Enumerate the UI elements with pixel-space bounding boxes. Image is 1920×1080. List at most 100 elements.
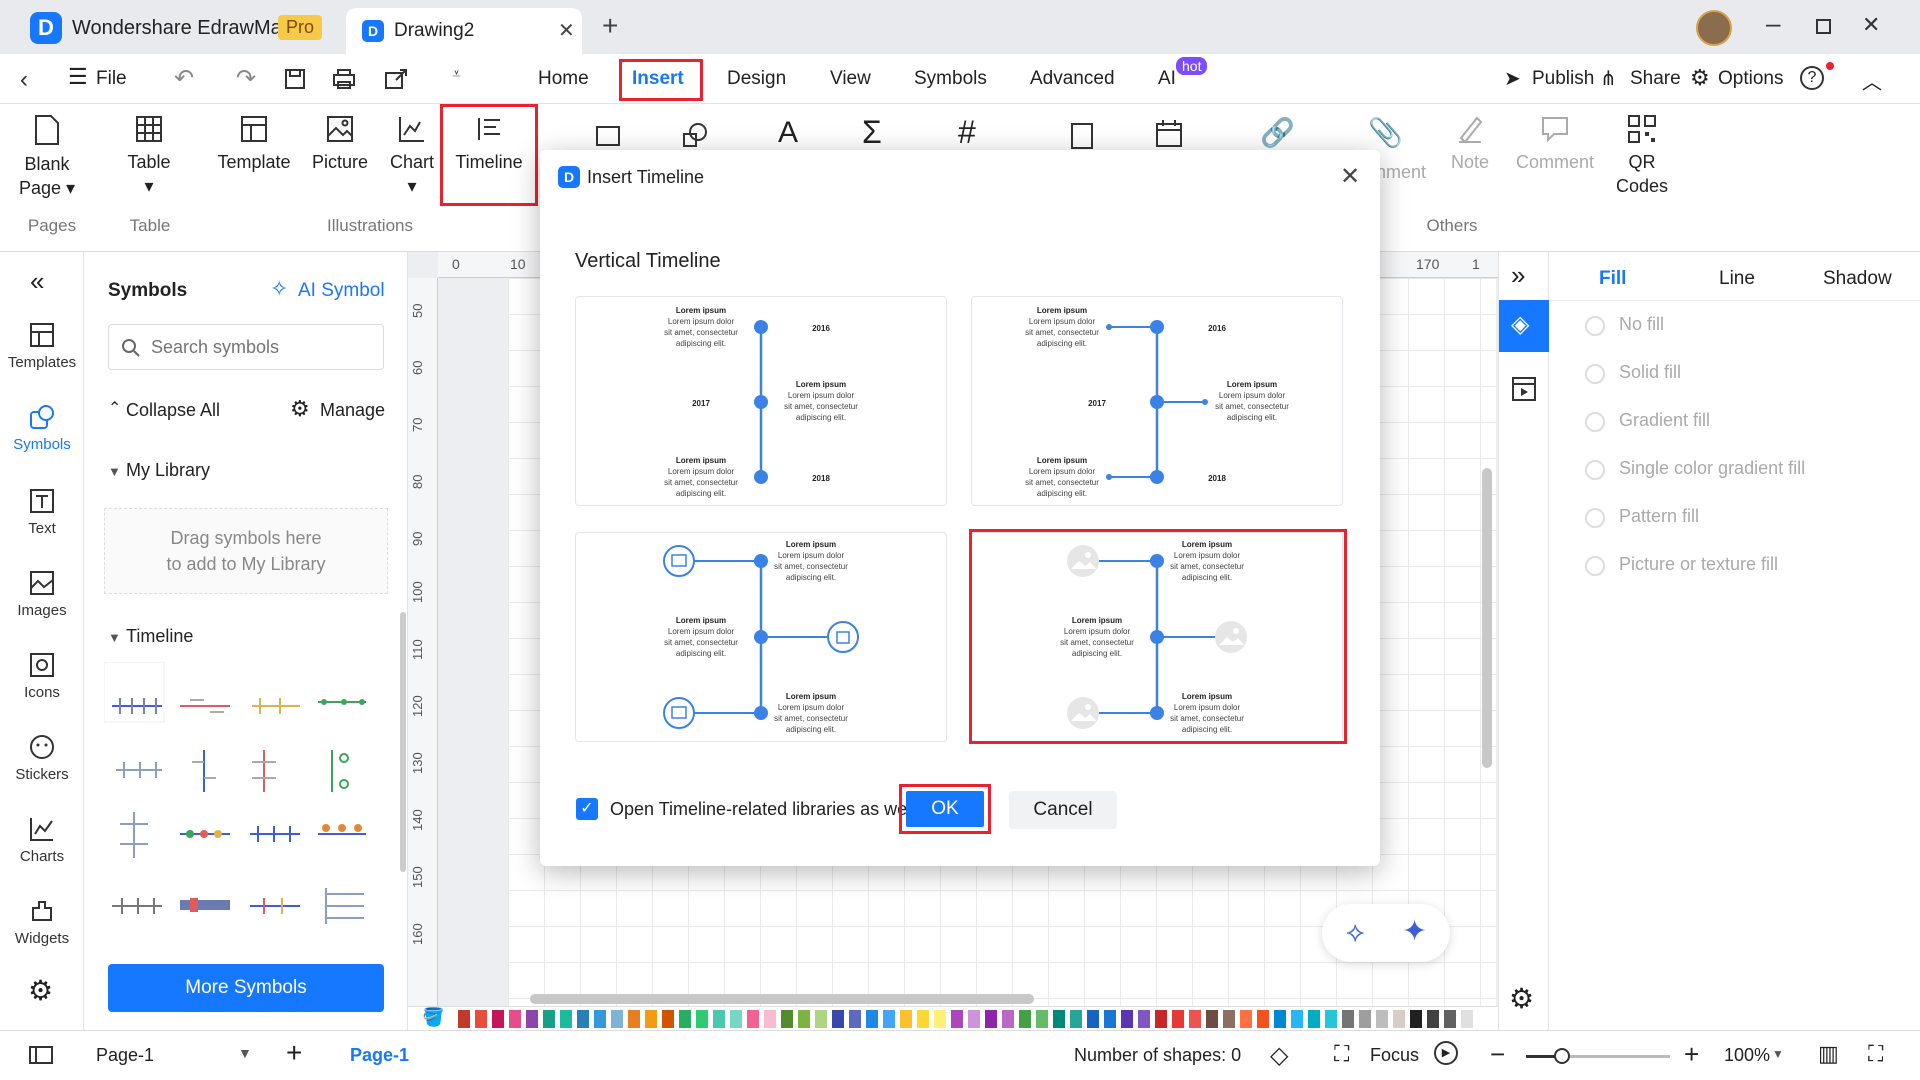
radio-icon[interactable] — [1585, 556, 1605, 576]
new-tab-icon[interactable]: + — [602, 10, 618, 42]
file-menu[interactable]: File — [96, 54, 127, 104]
color-swatch[interactable] — [594, 1010, 606, 1028]
rail-templates[interactable]: Templates — [0, 322, 84, 371]
doc-tab[interactable]: D Drawing2 ✕ — [346, 8, 582, 54]
chart-button[interactable]: Chart ▾ — [384, 114, 440, 198]
fit-page-icon[interactable]: ⛶ — [1868, 1041, 1883, 1067]
share-button[interactable]: Share — [1630, 54, 1681, 104]
table-button[interactable]: Table ▾ — [120, 114, 178, 198]
minimize-icon[interactable]: – — [1766, 8, 1780, 39]
color-swatch[interactable] — [628, 1010, 640, 1028]
color-swatch[interactable] — [747, 1010, 759, 1028]
color-swatch[interactable] — [985, 1010, 997, 1028]
color-swatch[interactable] — [1206, 1010, 1218, 1028]
page-select-caret-icon[interactable]: ▼ — [238, 1045, 252, 1061]
zoom-level[interactable]: 100% — [1724, 1045, 1770, 1066]
color-swatch[interactable] — [509, 1010, 521, 1028]
color-swatch[interactable] — [1223, 1010, 1235, 1028]
color-swatch[interactable] — [849, 1010, 861, 1028]
color-swatch[interactable] — [798, 1010, 810, 1028]
color-swatch[interactable] — [1002, 1010, 1014, 1028]
options-button[interactable]: Options — [1718, 54, 1783, 104]
rail-text[interactable]: Text — [0, 488, 84, 537]
color-swatch[interactable] — [1393, 1010, 1405, 1028]
collapse-all-button[interactable]: Collapse All — [126, 400, 220, 421]
ok-button[interactable]: OK — [906, 791, 984, 827]
collapse-ribbon-icon[interactable]: ︿ — [1862, 66, 1882, 95]
color-swatch[interactable] — [781, 1010, 793, 1028]
rail-icons[interactable]: Icons — [0, 652, 84, 701]
page-tab-active[interactable]: Page-1 — [350, 1045, 409, 1066]
color-swatch[interactable] — [679, 1010, 691, 1028]
search-input[interactable] — [151, 335, 371, 359]
timeline-library-header[interactable]: Timeline — [126, 626, 193, 647]
color-swatch[interactable] — [1189, 1010, 1201, 1028]
timeline-option-2[interactable]: Lorem ipsum Lorem ipsum dolor sit amet, co… — [971, 296, 1343, 506]
dialog-close-icon[interactable]: ✕ — [1340, 162, 1360, 191]
tab-home[interactable]: Home — [538, 54, 589, 104]
zoom-slider-thumb[interactable] — [1554, 1048, 1570, 1064]
color-swatch[interactable] — [866, 1010, 878, 1028]
tab-view[interactable]: View — [830, 54, 871, 104]
radio-icon[interactable] — [1585, 412, 1605, 432]
color-swatch[interactable] — [1461, 1010, 1473, 1028]
color-swatch[interactable] — [934, 1010, 946, 1028]
comment-button[interactable]: Comment — [1510, 114, 1600, 174]
timeline-caret-icon[interactable]: ▼ — [108, 630, 121, 645]
more-quick-icon[interactable]: ⩡ — [452, 66, 461, 84]
page-panel-icon[interactable] — [28, 1045, 54, 1065]
my-library-caret-icon[interactable]: ▼ — [108, 464, 121, 479]
color-swatch[interactable] — [543, 1010, 555, 1028]
play-icon[interactable]: ▶ — [1434, 1041, 1458, 1065]
layers-icon[interactable]: ◇ — [1270, 1041, 1288, 1070]
color-swatch[interactable] — [1053, 1010, 1065, 1028]
libraries-checkbox[interactable]: ✓ — [576, 798, 598, 820]
color-swatch[interactable] — [713, 1010, 725, 1028]
color-swatch[interactable] — [1308, 1010, 1320, 1028]
more-symbols-button[interactable]: More Symbols — [108, 964, 384, 1012]
color-swatch[interactable] — [1359, 1010, 1371, 1028]
color-swatch[interactable] — [526, 1010, 538, 1028]
timeline-button[interactable]: Timeline — [448, 114, 530, 174]
color-swatch[interactable] — [1070, 1010, 1082, 1028]
rail-stickers[interactable]: Stickers — [0, 734, 84, 783]
color-swatch[interactable] — [475, 1010, 487, 1028]
qr-codes-button[interactable]: QR Codes — [1612, 114, 1672, 198]
tab-fill[interactable]: Fill — [1599, 268, 1626, 290]
search-box[interactable] — [108, 324, 384, 370]
export-icon[interactable] — [384, 68, 408, 90]
color-swatch[interactable] — [883, 1010, 895, 1028]
close-window-icon[interactable]: ✕ — [1862, 12, 1880, 38]
publish-button[interactable]: Publish — [1532, 54, 1594, 104]
color-swatch[interactable] — [662, 1010, 674, 1028]
timeline-option-3[interactable]: Lorem ipsum Lorem ipsum dolor sit amet, co… — [575, 532, 947, 742]
color-swatches[interactable] — [458, 1010, 1488, 1028]
ai-symbol-button[interactable]: AI Symbol — [298, 280, 385, 302]
manage-button[interactable]: Manage — [320, 400, 385, 421]
timeline-thumbnails[interactable] — [104, 662, 394, 952]
hamburger-icon[interactable]: ☰ — [68, 64, 88, 90]
add-page-icon[interactable]: + — [286, 1037, 302, 1069]
color-swatch[interactable] — [764, 1010, 776, 1028]
color-swatch[interactable] — [1240, 1010, 1252, 1028]
picture-button[interactable]: Picture — [306, 114, 374, 174]
help-icon[interactable]: ? — [1800, 66, 1824, 90]
color-swatch[interactable] — [1274, 1010, 1286, 1028]
radio-icon[interactable] — [1585, 316, 1605, 336]
note-button[interactable]: Note — [1440, 114, 1500, 174]
cancel-button[interactable]: Cancel — [1009, 791, 1117, 829]
print-icon[interactable] — [332, 68, 356, 90]
tab-symbols[interactable]: Symbols — [914, 54, 987, 104]
canvas-scrollbar-h[interactable] — [530, 994, 1034, 1004]
color-swatch[interactable] — [1019, 1010, 1031, 1028]
color-swatch[interactable] — [1325, 1010, 1337, 1028]
expand-panel-icon[interactable]: » — [1511, 260, 1525, 291]
color-swatch[interactable] — [492, 1010, 504, 1028]
page-select[interactable]: Page-1 — [96, 1045, 154, 1066]
rail-widgets[interactable]: Widgets — [0, 898, 84, 947]
color-swatch[interactable] — [1087, 1010, 1099, 1028]
radio-icon[interactable] — [1585, 460, 1605, 480]
color-swatch[interactable] — [1121, 1010, 1133, 1028]
color-swatch[interactable] — [1104, 1010, 1116, 1028]
page-style-icon[interactable] — [1511, 376, 1537, 402]
